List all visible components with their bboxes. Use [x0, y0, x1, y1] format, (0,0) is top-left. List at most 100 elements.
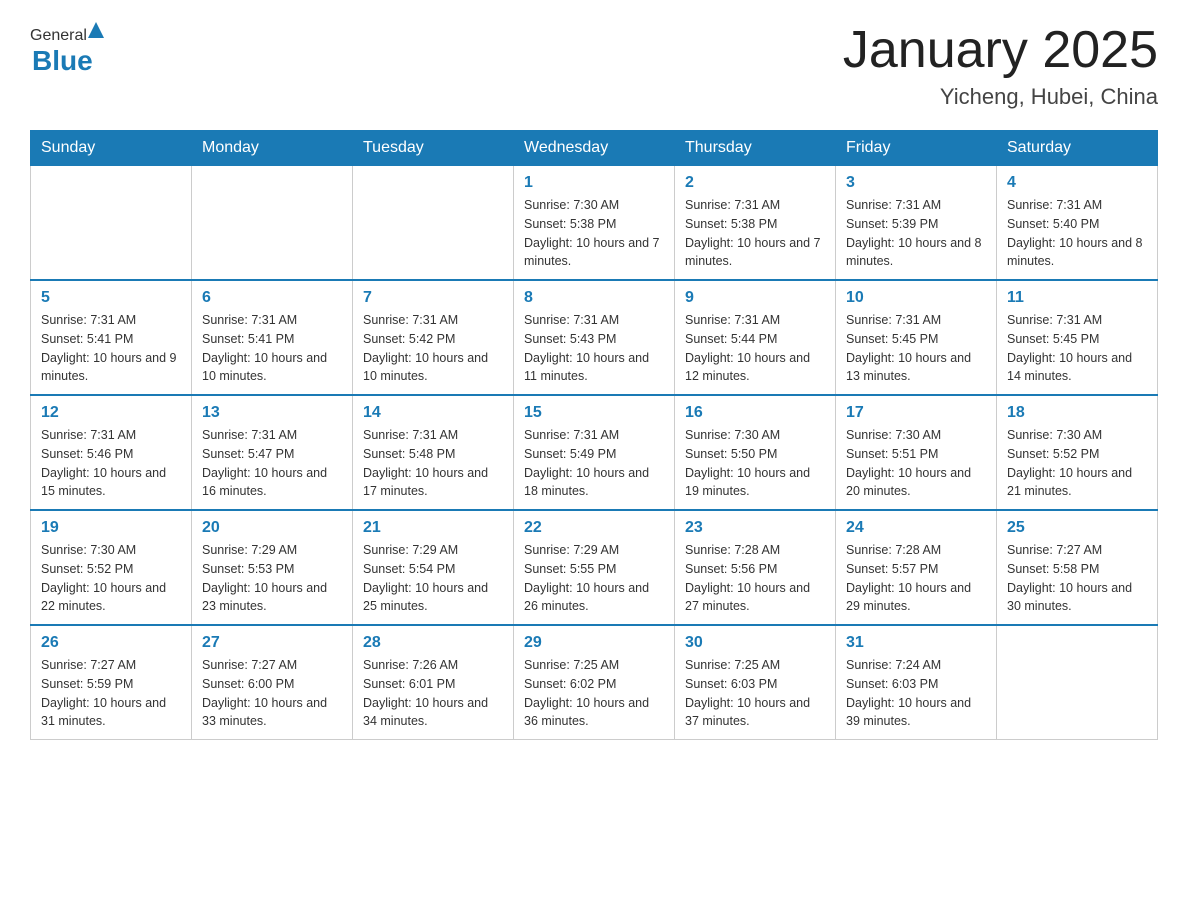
calendar-cell: 28 Sunrise: 7:26 AMSunset: 6:01 PMDayligh… [353, 625, 514, 740]
day-number: 30 [685, 634, 825, 652]
calendar-day-header: Monday [192, 131, 353, 166]
calendar-cell: 2 Sunrise: 7:31 AMSunset: 5:38 PMDaylight… [675, 166, 836, 281]
day-number: 29 [524, 634, 664, 652]
calendar-cell: 12Sunrise: 7:31 AMSunset: 5:46 PMDayligh… [31, 395, 192, 510]
day-info: Sunrise: 7:29 AMSunset: 5:54 PMDaylight:… [363, 541, 503, 616]
calendar-cell: 25Sunrise: 7:27 AMSunset: 5:58 PMDayligh… [997, 510, 1158, 625]
day-number: 12 [41, 404, 181, 422]
calendar-cell: 3 Sunrise: 7:31 AMSunset: 5:39 PMDaylight… [836, 166, 997, 281]
day-number: 16 [685, 404, 825, 422]
day-number: 17 [846, 404, 986, 422]
logo-blue-text: Blue [32, 45, 93, 77]
day-number: 28 [363, 634, 503, 652]
calendar-cell: 29 Sunrise: 7:25 AMSunset: 6:02 PMDayligh… [514, 625, 675, 740]
day-info: Sunrise: 7:29 AMSunset: 5:53 PMDaylight:… [202, 541, 342, 616]
page-subtitle: Yicheng, Hubei, China [843, 84, 1158, 110]
day-info: Sunrise: 7:31 AMSunset: 5:45 PMDaylight:… [846, 311, 986, 386]
day-info: Sunrise: 7:30 AMSunset: 5:51 PMDaylight:… [846, 426, 986, 501]
day-info: Sunrise: 7:31 AMSunset: 5:41 PMDaylight:… [41, 311, 181, 386]
day-number: 23 [685, 519, 825, 537]
calendar-cell: 26Sunrise: 7:27 AMSunset: 5:59 PMDayligh… [31, 625, 192, 740]
calendar-cell: 1Sunrise: 7:30 AMSunset: 5:38 PMDaylight… [514, 166, 675, 281]
page-header: General Blue January 2025 Yicheng, Hubei… [30, 20, 1158, 110]
day-number: 2 [685, 174, 825, 192]
calendar-day-header: Saturday [997, 131, 1158, 166]
title-section: January 2025 Yicheng, Hubei, China [843, 20, 1158, 110]
day-info: Sunrise: 7:26 AMSunset: 6:01 PMDaylight:… [363, 656, 503, 731]
day-number: 19 [41, 519, 181, 537]
week-row: 26Sunrise: 7:27 AMSunset: 5:59 PMDayligh… [31, 625, 1158, 740]
day-info: Sunrise: 7:31 AMSunset: 5:43 PMDaylight:… [524, 311, 664, 386]
logo-general-text: General [30, 27, 87, 45]
day-info: Sunrise: 7:30 AMSunset: 5:52 PMDaylight:… [1007, 426, 1147, 501]
day-number: 14 [363, 404, 503, 422]
day-info: Sunrise: 7:31 AMSunset: 5:38 PMDaylight:… [685, 196, 825, 271]
page-title: January 2025 [843, 20, 1158, 80]
week-row: 12Sunrise: 7:31 AMSunset: 5:46 PMDayligh… [31, 395, 1158, 510]
calendar-cell [31, 166, 192, 281]
day-info: Sunrise: 7:31 AMSunset: 5:47 PMDaylight:… [202, 426, 342, 501]
day-info: Sunrise: 7:31 AMSunset: 5:44 PMDaylight:… [685, 311, 825, 386]
day-number: 22 [524, 519, 664, 537]
calendar-cell: 24Sunrise: 7:28 AMSunset: 5:57 PMDayligh… [836, 510, 997, 625]
day-info: Sunrise: 7:27 AMSunset: 5:58 PMDaylight:… [1007, 541, 1147, 616]
calendar-table: SundayMondayTuesdayWednesdayThursdayFrid… [30, 130, 1158, 740]
calendar-cell: 23 Sunrise: 7:28 AMSunset: 5:56 PMDayligh… [675, 510, 836, 625]
day-number: 5 [41, 289, 181, 307]
week-row: 1Sunrise: 7:30 AMSunset: 5:38 PMDaylight… [31, 166, 1158, 281]
calendar-cell: 21 Sunrise: 7:29 AMSunset: 5:54 PMDayligh… [353, 510, 514, 625]
day-info: Sunrise: 7:31 AMSunset: 5:42 PMDaylight:… [363, 311, 503, 386]
day-info: Sunrise: 7:28 AMSunset: 5:56 PMDaylight:… [685, 541, 825, 616]
calendar-cell: 22 Sunrise: 7:29 AMSunset: 5:55 PMDayligh… [514, 510, 675, 625]
calendar-cell: 6 Sunrise: 7:31 AMSunset: 5:41 PMDaylight… [192, 280, 353, 395]
day-number: 9 [685, 289, 825, 307]
calendar-cell: 20 Sunrise: 7:29 AMSunset: 5:53 PMDayligh… [192, 510, 353, 625]
day-info: Sunrise: 7:31 AMSunset: 5:41 PMDaylight:… [202, 311, 342, 386]
calendar-cell: 7 Sunrise: 7:31 AMSunset: 5:42 PMDaylight… [353, 280, 514, 395]
day-info: Sunrise: 7:30 AMSunset: 5:50 PMDaylight:… [685, 426, 825, 501]
calendar-cell: 18Sunrise: 7:30 AMSunset: 5:52 PMDayligh… [997, 395, 1158, 510]
calendar-cell [353, 166, 514, 281]
calendar-cell: 4 Sunrise: 7:31 AMSunset: 5:40 PMDaylight… [997, 166, 1158, 281]
day-number: 4 [1007, 174, 1147, 192]
calendar-cell: 17 Sunrise: 7:30 AMSunset: 5:51 PMDayligh… [836, 395, 997, 510]
day-info: Sunrise: 7:27 AMSunset: 5:59 PMDaylight:… [41, 656, 181, 731]
day-info: Sunrise: 7:30 AMSunset: 5:38 PMDaylight:… [524, 196, 664, 271]
logo-triangle-icon [88, 20, 104, 40]
day-info: Sunrise: 7:25 AMSunset: 6:02 PMDaylight:… [524, 656, 664, 731]
day-info: Sunrise: 7:25 AMSunset: 6:03 PMDaylight:… [685, 656, 825, 731]
day-info: Sunrise: 7:31 AMSunset: 5:40 PMDaylight:… [1007, 196, 1147, 271]
day-number: 7 [363, 289, 503, 307]
calendar-cell: 9 Sunrise: 7:31 AMSunset: 5:44 PMDaylight… [675, 280, 836, 395]
day-number: 13 [202, 404, 342, 422]
day-number: 20 [202, 519, 342, 537]
calendar-cell: 10Sunrise: 7:31 AMSunset: 5:45 PMDayligh… [836, 280, 997, 395]
day-number: 21 [363, 519, 503, 537]
calendar-cell [192, 166, 353, 281]
day-number: 27 [202, 634, 342, 652]
calendar-day-header: Thursday [675, 131, 836, 166]
day-number: 15 [524, 404, 664, 422]
logo: General Blue [30, 20, 105, 77]
day-info: Sunrise: 7:31 AMSunset: 5:39 PMDaylight:… [846, 196, 986, 271]
calendar-header-row: SundayMondayTuesdayWednesdayThursdayFrid… [31, 131, 1158, 166]
calendar-day-header: Wednesday [514, 131, 675, 166]
day-number: 8 [524, 289, 664, 307]
day-number: 3 [846, 174, 986, 192]
calendar-cell: 8 Sunrise: 7:31 AMSunset: 5:43 PMDaylight… [514, 280, 675, 395]
day-number: 31 [846, 634, 986, 652]
calendar-day-header: Friday [836, 131, 997, 166]
week-row: 19Sunrise: 7:30 AMSunset: 5:52 PMDayligh… [31, 510, 1158, 625]
day-number: 6 [202, 289, 342, 307]
week-row: 5 Sunrise: 7:31 AMSunset: 5:41 PMDaylight… [31, 280, 1158, 395]
calendar-cell: 31 Sunrise: 7:24 AMSunset: 6:03 PMDayligh… [836, 625, 997, 740]
calendar-cell: 15 Sunrise: 7:31 AMSunset: 5:49 PMDayligh… [514, 395, 675, 510]
calendar-cell: 14Sunrise: 7:31 AMSunset: 5:48 PMDayligh… [353, 395, 514, 510]
day-info: Sunrise: 7:31 AMSunset: 5:49 PMDaylight:… [524, 426, 664, 501]
day-info: Sunrise: 7:31 AMSunset: 5:45 PMDaylight:… [1007, 311, 1147, 386]
day-info: Sunrise: 7:29 AMSunset: 5:55 PMDaylight:… [524, 541, 664, 616]
calendar-cell: 27Sunrise: 7:27 AMSunset: 6:00 PMDayligh… [192, 625, 353, 740]
day-info: Sunrise: 7:24 AMSunset: 6:03 PMDaylight:… [846, 656, 986, 731]
day-info: Sunrise: 7:28 AMSunset: 5:57 PMDaylight:… [846, 541, 986, 616]
day-number: 11 [1007, 289, 1147, 307]
